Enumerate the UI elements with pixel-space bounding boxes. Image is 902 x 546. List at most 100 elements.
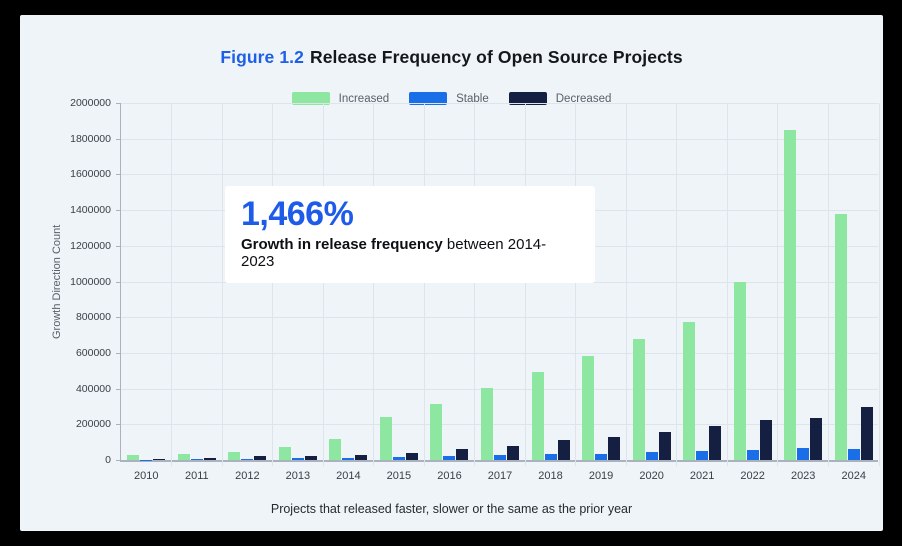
x-tick-label-2019: 2019: [589, 470, 613, 482]
gridline-x: [777, 103, 778, 466]
stat-callout: 1,466% Growth in release frequency betwe…: [225, 186, 595, 283]
gridline-x: [727, 103, 728, 466]
stat-description-bold: Growth in release frequency: [241, 236, 443, 253]
screenshot-frame: { "header": { "figure_label": "Figure 1.…: [0, 0, 902, 546]
y-tick-label: 0: [105, 454, 111, 466]
x-tick-label-2020: 2020: [639, 470, 663, 482]
bar-increased-2017: [481, 388, 493, 460]
gridline-x: [373, 103, 374, 466]
bar-increased-2010: [127, 455, 139, 460]
figure-number: Figure 1.2: [220, 47, 304, 67]
gridline-x: [525, 103, 526, 466]
gridline-x: [575, 103, 576, 466]
y-tick-label: 1200000: [70, 240, 111, 252]
x-tick-label-2010: 2010: [134, 470, 158, 482]
bar-decreased-2010: [153, 459, 165, 460]
gridline-y-1800000: [121, 139, 878, 140]
x-tick-label-2012: 2012: [235, 470, 259, 482]
y-tick-mark: [116, 246, 121, 247]
bar-stable-2019: [595, 454, 607, 460]
gridline-y-400000: [121, 389, 878, 390]
y-tick-label: 1800000: [70, 133, 111, 145]
bar-increased-2019: [582, 356, 594, 460]
y-tick-label: 200000: [76, 418, 111, 430]
bar-decreased-2018: [558, 440, 570, 460]
bar-decreased-2019: [608, 437, 620, 460]
y-tick-mark: [116, 460, 121, 461]
bar-stable-2014: [342, 458, 354, 460]
y-tick-mark: [116, 353, 121, 354]
bar-decreased-2024: [861, 407, 873, 460]
gridline-x: [171, 103, 172, 466]
bar-decreased-2012: [254, 456, 266, 460]
bar-increased-2014: [329, 439, 341, 460]
bar-decreased-2015: [406, 453, 418, 460]
y-tick-label: 2000000: [70, 97, 111, 109]
bar-decreased-2017: [507, 446, 519, 460]
bar-increased-2022: [734, 282, 746, 461]
gridline-x: [676, 103, 677, 466]
bar-decreased-2021: [709, 426, 721, 460]
bar-decreased-2011: [204, 458, 216, 460]
gridline-y-1600000: [121, 174, 878, 175]
bar-increased-2021: [683, 322, 695, 460]
gridline-x: [222, 103, 223, 466]
x-tick-label-2015: 2015: [387, 470, 411, 482]
bar-increased-2018: [532, 372, 544, 460]
figure-title-text: Release Frequency of Open Source Project…: [310, 47, 683, 67]
x-tick-label-2021: 2021: [690, 470, 714, 482]
y-tick-label: 600000: [76, 347, 111, 359]
figure-title: Figure 1.2 Release Frequency of Open Sour…: [20, 47, 883, 68]
gridline-x: [626, 103, 627, 466]
y-tick-label: 1000000: [70, 276, 111, 288]
bar-stable-2023: [797, 448, 809, 460]
bar-increased-2012: [228, 452, 240, 460]
figure-card: Figure 1.2 Release Frequency of Open Sour…: [20, 15, 883, 531]
bar-decreased-2014: [355, 455, 367, 460]
x-tick-label-2013: 2013: [286, 470, 310, 482]
y-tick-label: 800000: [76, 311, 111, 323]
y-tick-mark: [116, 317, 121, 318]
y-tick-label: 1600000: [70, 168, 111, 180]
chart-caption: Projects that released faster, slower or…: [20, 502, 883, 516]
x-tick-label-2024: 2024: [841, 470, 865, 482]
y-tick-mark: [116, 174, 121, 175]
x-tick-label-2011: 2011: [185, 470, 209, 482]
stat-description: Growth in release frequency between 2014…: [241, 236, 579, 270]
bar-stable-2022: [747, 450, 759, 460]
x-tick-label-2022: 2022: [740, 470, 764, 482]
stat-value: 1,466%: [241, 195, 579, 234]
gridline-y-800000: [121, 317, 878, 318]
bar-stable-2013: [292, 458, 304, 460]
x-tick-label-2018: 2018: [538, 470, 562, 482]
y-tick-mark: [116, 103, 121, 104]
bar-increased-2011: [178, 454, 190, 460]
bar-stable-2018: [545, 454, 557, 460]
x-axis-line: [120, 460, 878, 462]
bar-stable-2021: [696, 451, 708, 460]
bar-increased-2023: [784, 130, 796, 460]
y-tick-mark: [116, 424, 121, 425]
x-tick-label-2023: 2023: [791, 470, 815, 482]
gridline-y-2000000: [121, 103, 878, 104]
bar-increased-2016: [430, 404, 442, 460]
x-tick-label-2014: 2014: [336, 470, 360, 482]
y-tick-mark: [116, 139, 121, 140]
gridline-x: [323, 103, 324, 466]
bar-stable-2015: [393, 457, 405, 460]
bar-decreased-2022: [760, 420, 772, 460]
bar-stable-2017: [494, 455, 506, 460]
y-tick-mark: [116, 389, 121, 390]
y-tick-mark: [116, 210, 121, 211]
bar-increased-2013: [279, 447, 291, 460]
gridline-x: [424, 103, 425, 466]
bar-stable-2020: [646, 452, 658, 460]
bar-increased-2020: [633, 339, 645, 460]
gridline-x: [879, 103, 880, 466]
y-tick-label: 400000: [76, 383, 111, 395]
bar-increased-2015: [380, 417, 392, 460]
bar-decreased-2016: [456, 449, 468, 460]
gridline-y-600000: [121, 353, 878, 354]
y-tick-label: 1400000: [70, 204, 111, 216]
gridline-x: [272, 103, 273, 466]
